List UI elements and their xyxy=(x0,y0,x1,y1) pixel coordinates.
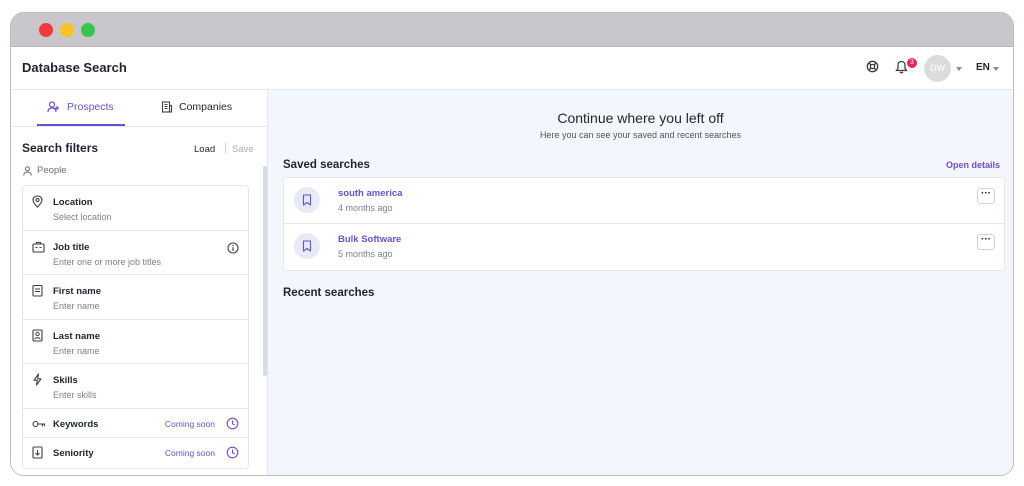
filter-label: Seniority xyxy=(53,448,94,459)
recent-searches-title: Recent searches xyxy=(283,287,375,299)
continue-title: Continue where you left off xyxy=(557,110,724,126)
saved-search-name[interactable]: Bulk Software xyxy=(338,234,401,245)
search-filters-title: Search filters xyxy=(22,141,99,155)
filters-sidebar: Prospects Companies Search filters Load … xyxy=(11,90,268,475)
tab-prospects[interactable]: Prospects xyxy=(47,101,114,113)
more-options-button[interactable]: ··· xyxy=(977,188,995,204)
info-icon[interactable] xyxy=(227,241,239,259)
active-tab-indicator xyxy=(37,124,125,126)
briefcase-icon xyxy=(32,240,45,258)
page-title: Database Search xyxy=(22,60,127,75)
coming-soon-badge: Coming soon xyxy=(164,448,215,458)
help-lifebuoy-icon[interactable] xyxy=(866,60,879,78)
filter-location[interactable]: Location Select location xyxy=(23,186,248,231)
divider xyxy=(225,142,226,154)
saved-search-time: 5 months ago xyxy=(338,249,393,259)
entity-tabs: Prospects Companies xyxy=(11,90,267,127)
filter-keywords[interactable]: Keywords Coming soon xyxy=(23,409,248,438)
clock-icon xyxy=(226,417,239,435)
chevron-down-icon[interactable] xyxy=(993,67,999,71)
prospects-icon xyxy=(47,101,59,113)
filter-label: Keywords xyxy=(53,418,99,430)
saved-search-time: 4 months ago xyxy=(338,203,393,213)
main-content: Continue where you left off Here you can… xyxy=(268,90,1013,475)
seniority-icon xyxy=(32,446,43,464)
filter-placeholder: Enter name xyxy=(53,301,100,311)
filter-skills[interactable]: Skills Enter skills xyxy=(23,364,248,409)
filter-first-name[interactable]: First name Enter name xyxy=(23,275,248,320)
browser-window: Database Search 3 DW EN Prospects Compan… xyxy=(10,12,1014,476)
person-icon xyxy=(23,165,32,176)
avatar[interactable]: DW xyxy=(924,55,951,82)
more-options-button[interactable]: ··· xyxy=(977,234,995,250)
window-titlebar xyxy=(11,13,1013,47)
filter-label: Skills xyxy=(53,375,78,386)
filter-last-name[interactable]: Last name Enter name xyxy=(23,320,248,364)
tab-companies[interactable]: Companies xyxy=(161,101,232,113)
saved-search-item[interactable]: south america 4 months ago ··· xyxy=(284,178,1004,224)
filter-label: First name xyxy=(53,286,102,297)
notification-count-badge: 3 xyxy=(907,58,917,68)
open-details-link[interactable]: Open details xyxy=(946,160,1000,170)
coming-soon-badge: Coming soon xyxy=(164,418,215,429)
close-window-button[interactable] xyxy=(39,23,53,37)
filter-job-title[interactable]: Job title Enter one or more job titles xyxy=(23,231,248,275)
clock-icon xyxy=(226,446,239,464)
saved-search-item[interactable]: Bulk Software 5 months ago ··· xyxy=(284,224,1004,270)
chevron-down-icon[interactable] xyxy=(956,67,962,71)
key-icon xyxy=(32,417,46,435)
filter-label: Location xyxy=(53,197,93,208)
filter-list: Location Select location Job title Enter… xyxy=(22,185,249,469)
filter-label: Job title xyxy=(53,241,90,253)
lightning-icon xyxy=(32,373,43,391)
filter-seniority[interactable]: Seniority Coming soon xyxy=(23,438,248,468)
location-pin-icon xyxy=(32,195,43,213)
section-label: People xyxy=(37,165,67,176)
bookmark-icon xyxy=(294,233,320,259)
bookmark-icon xyxy=(294,187,320,213)
saved-search-name[interactable]: south america xyxy=(338,188,402,199)
tab-label: Prospects xyxy=(67,101,114,113)
filter-placeholder: Enter name xyxy=(53,345,100,356)
maximize-window-button[interactable] xyxy=(81,23,95,37)
load-button[interactable]: Load xyxy=(194,144,215,155)
building-icon xyxy=(161,101,173,113)
document-icon xyxy=(32,284,43,302)
continue-subtitle: Here you can see your saved and recent s… xyxy=(539,130,742,140)
app-header: Database Search 3 DW EN xyxy=(11,47,1013,90)
saved-searches-title: Saved searches xyxy=(283,159,370,171)
section-people: People xyxy=(23,165,67,176)
save-button[interactable]: Save xyxy=(232,144,254,155)
language-selector[interactable]: EN xyxy=(976,62,990,73)
filter-placeholder: Select location xyxy=(53,212,112,222)
id-card-icon xyxy=(32,328,43,347)
tab-label: Companies xyxy=(179,101,233,113)
filter-placeholder: Enter one or more job titles xyxy=(53,256,162,267)
filter-placeholder: Enter skills xyxy=(53,390,97,400)
sidebar-scrollbar[interactable] xyxy=(263,166,267,376)
saved-searches-list: south america 4 months ago ··· Bulk Soft… xyxy=(283,177,1005,271)
minimize-window-button[interactable] xyxy=(60,23,74,37)
filter-label: Last name xyxy=(53,330,100,342)
